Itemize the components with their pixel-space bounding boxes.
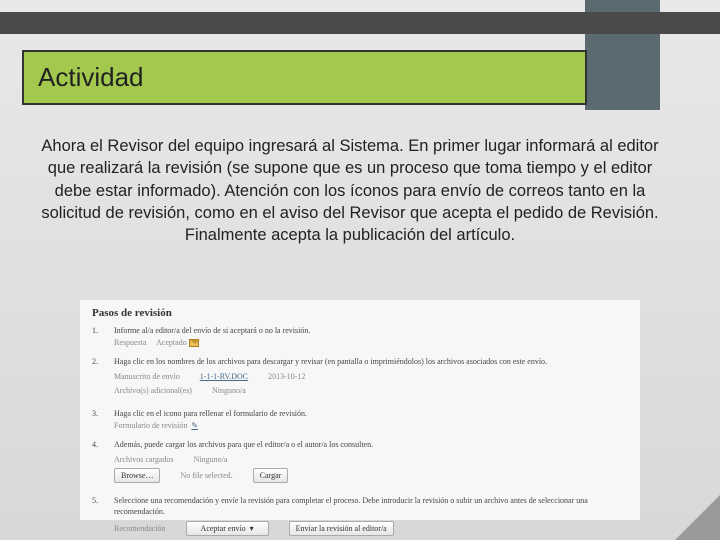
- form-icon[interactable]: ✎: [191, 421, 198, 430]
- page-corner-fold: [675, 495, 720, 540]
- archivos-label: Archivo(s) adicional(es): [114, 385, 192, 396]
- manuscrito-date: 2013-10-12: [268, 371, 305, 382]
- step-number: 1.: [92, 325, 104, 347]
- step-number: 4.: [92, 439, 104, 488]
- step-2: 2. Haga clic en los nombres de los archi…: [92, 356, 628, 401]
- formulario-label: Formulario de revisión: [114, 421, 187, 430]
- slide-body: Ahora el Revisor del equipo ingresará al…: [30, 135, 670, 246]
- step-3: 3. Haga clic en el icono para rellenar e…: [92, 408, 628, 430]
- browse-button[interactable]: Browse…: [114, 468, 160, 483]
- step-number: 2.: [92, 356, 104, 401]
- step-number: 3.: [92, 408, 104, 430]
- step-text: Informe al/a editor/a del envío de si ac…: [114, 325, 628, 336]
- reco-select[interactable]: Aceptar envío ▾: [186, 521, 269, 536]
- top-bar: [0, 12, 720, 34]
- step-number: 5.: [92, 495, 104, 536]
- embedded-screenshot: Pasos de revisión 1. Informe al/a editor…: [80, 300, 640, 520]
- aceptado-text: Aceptado: [156, 338, 187, 347]
- ninguno-text: Ninguno/a: [212, 385, 246, 396]
- manuscrito-label: Manuscrito de envío: [114, 371, 180, 382]
- step-5: 5. Seleccione una recomendación y envíe …: [92, 495, 628, 536]
- panel-heading: Pasos de revisión: [92, 306, 628, 321]
- step-4: 4. Además, puede cargar los archivos par…: [92, 439, 628, 488]
- step-text: Seleccione una recomendación y envíe la …: [114, 495, 628, 517]
- envelope-icon[interactable]: [189, 339, 199, 347]
- reco-label: Recomendación: [114, 523, 166, 534]
- title-box: Actividad: [22, 50, 587, 105]
- respuesta-label: Respuesta: [114, 338, 146, 347]
- archivos-cargados-label: Archivos cargados: [114, 454, 174, 465]
- slide: Actividad Ahora el Revisor del equipo in…: [0, 0, 720, 540]
- step-text: Haga clic en los nombres de los archivos…: [114, 356, 628, 367]
- no-file-text: No file selected.: [180, 470, 232, 481]
- enviar-button[interactable]: Enviar la revisión al editor/a: [289, 521, 394, 536]
- step-1: 1. Informe al/a editor/a del envío de si…: [92, 325, 628, 347]
- slide-title: Actividad: [38, 62, 571, 93]
- ninguno-text: Ninguno/a: [194, 454, 228, 465]
- step-text: Además, puede cargar los archivos para q…: [114, 439, 628, 450]
- manuscrito-link[interactable]: 1-1-1-RV.DOC: [200, 371, 248, 382]
- cargar-button[interactable]: Cargar: [253, 468, 289, 483]
- step-text: Haga clic en el icono para rellenar el f…: [114, 408, 628, 419]
